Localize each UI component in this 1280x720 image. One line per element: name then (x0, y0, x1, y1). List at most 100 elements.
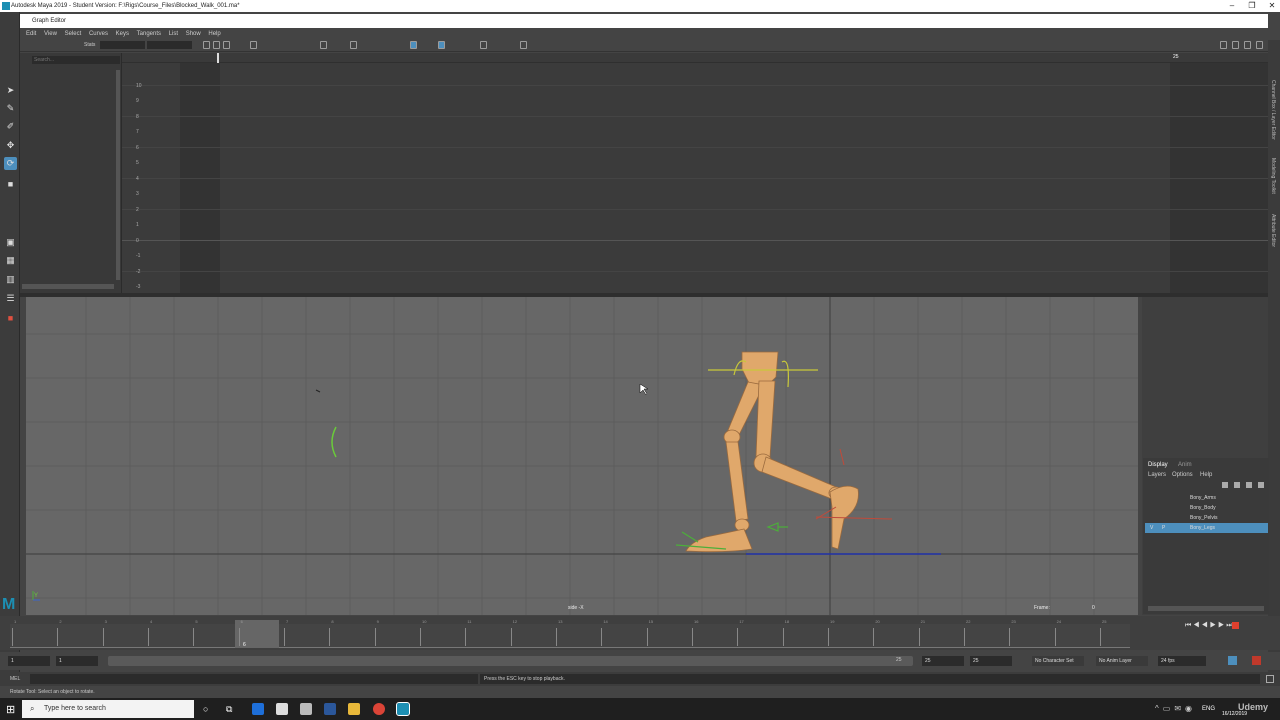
scene-start-field[interactable]: 1 (8, 656, 50, 666)
editor-settings-icon[interactable] (1256, 41, 1263, 49)
frame-all-icon[interactable] (1232, 41, 1239, 49)
tab-channel-box[interactable]: Channel Box / Layer Editor (1270, 80, 1276, 140)
move-tool-icon[interactable]: ✥ (4, 139, 17, 152)
taskbar-search-input[interactable]: Type here to search (22, 700, 194, 718)
buffer-curve-icon[interactable] (438, 41, 445, 49)
move-key-tool-icon[interactable] (203, 41, 210, 49)
two-view-icon[interactable]: ▥ (4, 273, 17, 286)
tab-anim[interactable]: Anim (1178, 462, 1192, 468)
cortana-icon[interactable]: ○ (203, 704, 208, 714)
tab-attribute-editor[interactable]: Attribute Editor (1270, 214, 1276, 247)
auto-key-toggle-icon[interactable] (1252, 656, 1261, 665)
layers-menu[interactable]: Layers (1148, 472, 1166, 478)
tab-display[interactable]: Display (1148, 462, 1168, 468)
paint-select-tool-icon[interactable]: ✐ (4, 120, 17, 133)
menu-select[interactable]: Select (65, 31, 82, 37)
insert-key-tool-icon[interactable] (213, 41, 220, 49)
scale-tool-icon[interactable]: ■ (4, 178, 17, 191)
stats-field-2[interactable] (147, 41, 192, 49)
playback-controls[interactable]: ⏮◀◀▶▶⏭ (1185, 622, 1265, 632)
help-menu[interactable]: Help (1200, 472, 1212, 478)
menu-list[interactable]: List (169, 31, 178, 37)
stats-field-1[interactable] (100, 41, 145, 49)
edge-icon[interactable] (252, 703, 264, 715)
outliner-search-input[interactable]: Search... (32, 56, 120, 64)
time-slider-tick-label: 12 (512, 619, 518, 624)
script-editor-icon[interactable] (1266, 675, 1274, 683)
auto-key-icon[interactable] (1228, 656, 1237, 665)
task-view-icon[interactable]: ⧉ (226, 704, 232, 715)
fps-dropdown[interactable]: 24 fps (1158, 656, 1206, 666)
tangent-auto-icon[interactable] (320, 41, 327, 49)
options-menu[interactable]: Options (1172, 472, 1193, 478)
stats-label: Stats (84, 42, 96, 48)
layer-name: Bony_Arms (1190, 495, 1216, 501)
minimize-button[interactable]: – (1222, 0, 1242, 12)
y-label: 1 (136, 222, 139, 228)
tangent-spline-icon[interactable] (350, 41, 357, 49)
new-layer-selected-icon[interactable] (1258, 482, 1264, 488)
four-view-icon[interactable]: ▦ (4, 254, 17, 267)
menu-help[interactable]: Help (208, 31, 220, 37)
menu-edit[interactable]: Edit (26, 31, 36, 37)
system-tray-icons[interactable]: ^▭✉◉ (1155, 704, 1196, 713)
frame-playback-icon[interactable] (1244, 41, 1251, 49)
side-viewport[interactable]: Y side -X Frame: 0 (26, 297, 1138, 615)
rotate-tool-icon[interactable]: ⟳ (4, 157, 17, 170)
outliner-scrollbar[interactable] (116, 70, 120, 280)
move-layer-up-icon[interactable] (1222, 482, 1228, 488)
stop-playback-button[interactable] (1232, 622, 1239, 629)
layer-row[interactable]: Bony_Arms (1145, 493, 1268, 503)
region-tool-icon[interactable] (250, 41, 257, 49)
layer-row[interactable]: Bony_Pelvis (1145, 513, 1268, 523)
outliner-view-icon[interactable]: ☰ (4, 292, 17, 305)
menu-tangents[interactable]: Tangents (137, 31, 161, 37)
character-set-dropdown[interactable]: No Character Set (1032, 656, 1084, 666)
store-icon[interactable] (276, 703, 288, 715)
maximize-button[interactable]: ❐ (1242, 0, 1262, 12)
layer-scrollbar[interactable] (1148, 606, 1264, 611)
single-view-icon[interactable]: ▣ (4, 236, 17, 249)
menu-show[interactable]: Show (186, 31, 201, 37)
graph-time-ruler[interactable]: 25 (122, 53, 1268, 63)
word-icon[interactable] (324, 703, 336, 715)
close-button[interactable]: ✕ (1262, 0, 1280, 12)
menu-keys[interactable]: Keys (116, 31, 129, 37)
graph-layout-icon[interactable]: ■ (4, 312, 17, 325)
chrome-icon[interactable] (373, 703, 385, 715)
layer-row-selected[interactable]: V P Bony_Legs (1145, 523, 1268, 533)
range-slider[interactable]: 25 (108, 656, 913, 666)
layer-visibility[interactable]: V (1150, 523, 1153, 533)
time-slider[interactable]: 6 1 2 3 4 5 6 7 8 9 10 11 12 13 14 15 16 17 18 19 20 21 22 23 2… (0, 616, 1280, 650)
scene-end-field[interactable]: 25 (970, 656, 1012, 666)
anim-layer-dropdown[interactable]: No Anim Layer (1096, 656, 1148, 666)
layer-row[interactable]: Bony_Body (1145, 503, 1268, 513)
outliner-h-scrollbar[interactable] (22, 284, 114, 289)
break-tangent-icon[interactable] (480, 41, 487, 49)
menu-curves[interactable]: Curves (89, 31, 108, 37)
time-slider-tick-label: 6 (240, 619, 243, 624)
language-indicator[interactable]: ENG (1202, 706, 1215, 712)
graph-view[interactable] (122, 53, 1268, 293)
new-layer-icon[interactable] (1246, 482, 1252, 488)
mail-icon[interactable] (300, 703, 312, 715)
mel-label[interactable]: MEL (10, 672, 20, 686)
windows-start-icon[interactable]: ⊞ (6, 703, 15, 716)
playback-end-field[interactable]: 25 (922, 656, 964, 666)
lattice-tool-icon[interactable] (223, 41, 230, 49)
tab-modeling-toolkit[interactable]: Modeling Toolkit (1270, 158, 1276, 194)
udemy-watermark: Udemy (1238, 702, 1269, 712)
maya-taskbar-icon[interactable] (396, 702, 410, 716)
tangent-linear-icon[interactable] (410, 41, 417, 49)
lasso-tool-icon[interactable]: ✎ (4, 102, 17, 115)
unify-tangent-icon[interactable] (520, 41, 527, 49)
command-input[interactable] (30, 674, 478, 684)
playback-start-field[interactable]: 1 (56, 656, 98, 666)
current-frame-indicator[interactable] (235, 620, 279, 648)
normalize-icon[interactable] (1220, 41, 1227, 49)
file-explorer-icon[interactable] (348, 703, 360, 715)
layer-playback[interactable]: P (1162, 523, 1165, 533)
move-layer-down-icon[interactable] (1234, 482, 1240, 488)
select-tool-icon[interactable]: ➤ (4, 84, 17, 97)
menu-view[interactable]: View (44, 31, 57, 37)
